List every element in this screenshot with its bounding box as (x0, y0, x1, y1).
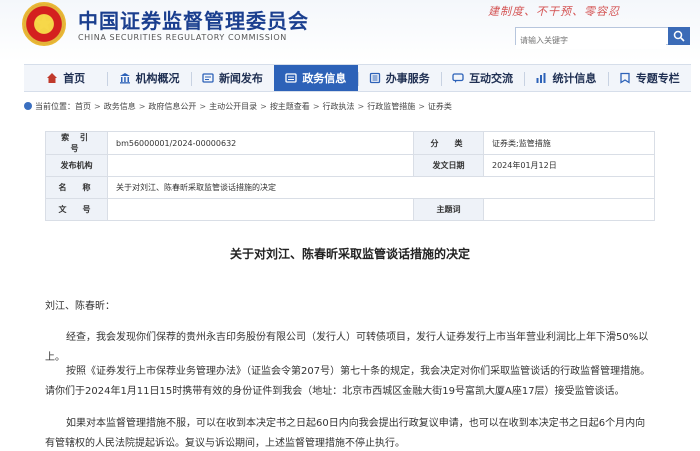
nav-label: 办事服务 (385, 72, 430, 85)
search-input[interactable] (516, 32, 666, 49)
date-value: 2024年01月12日 (483, 154, 655, 177)
article-salutation: 刘江、陈春昕： (45, 301, 115, 312)
nav-item-gov-info[interactable]: 政务信息 (274, 65, 358, 91)
emblem-star-icon (35, 14, 53, 32)
site-name-en: CHINA SECURITIES REGULATORY COMMISSION (78, 33, 287, 42)
gov-info-icon (285, 73, 297, 83)
nav-item-statistics[interactable]: 统计信息 (524, 65, 607, 91)
institution-icon (119, 73, 130, 84)
main-nav: 首页 机构概况 新闻发布 政务信息 办事服务 互动交流 统计信息 专题专栏 (24, 64, 691, 92)
topics-icon (620, 72, 630, 84)
site-name-cn[interactable]: 中国证券监督管理委员会 (78, 5, 309, 34)
news-icon (202, 73, 214, 83)
nav-label: 政务信息 (302, 72, 347, 85)
index-value: bm56000001/2024-00000632 (107, 131, 414, 155)
slogan: 建制度、不干预、零容忍 (488, 5, 620, 18)
table-row: 文 号 主题词 (45, 198, 655, 221)
national-emblem-logo (22, 2, 66, 46)
breadcrumb-link[interactable]: 行政执法 (323, 102, 355, 111)
nav-item-topics[interactable]: 专题专栏 (607, 65, 691, 91)
nav-item-institution[interactable]: 机构概况 (107, 65, 190, 91)
subject-label: 主题词 (413, 198, 484, 221)
document-info-table: 索 引 号 bm56000001/2024-00000632 分 类 证券类;监… (45, 131, 655, 221)
name-label: 名 称 (45, 176, 108, 199)
name-value: 关于对刘江、陈春昕采取监管谈话措施的决定 (107, 176, 655, 199)
breadcrumb-prefix: 当前位置： (35, 102, 75, 111)
nav-item-service[interactable]: 办事服务 (357, 65, 441, 91)
service-icon (369, 72, 380, 84)
nav-item-home[interactable]: 首页 (24, 65, 107, 91)
breadcrumb-link[interactable]: 证券类 (428, 102, 452, 111)
index-label: 索 引 号 (45, 131, 108, 155)
article-title: 关于对刘江、陈春昕采取监管谈话措施的决定 (229, 247, 470, 261)
article-paragraph: 按照《证券发行上市保荐业务管理办法》（证监会令第207号）第七十条的规定，我会决… (45, 366, 651, 397)
table-row: 索 引 号 bm56000001/2024-00000632 分 类 证券类;监… (45, 131, 655, 155)
nav-item-interaction[interactable]: 互动交流 (440, 65, 524, 91)
search-icon (673, 30, 685, 42)
nav-label: 专题专栏 (635, 72, 680, 85)
breadcrumb-link[interactable]: 政府信息公开 (148, 102, 196, 111)
search-button[interactable] (668, 27, 690, 45)
nav-label: 统计信息 (552, 72, 597, 85)
category-value: 证券类;监管措施 (483, 131, 655, 155)
nav-item-news[interactable]: 新闻发布 (190, 65, 274, 91)
issuer-value (107, 154, 414, 177)
docno-value (107, 198, 414, 221)
breadcrumb-link[interactable]: 按主题查看 (270, 102, 310, 111)
nav-label: 机构概况 (135, 72, 180, 85)
category-label: 分 类 (413, 131, 484, 155)
statistics-icon (536, 73, 546, 83)
docno-label: 文 号 (45, 198, 108, 221)
article-paragraph: 如果对本监督管理措施不服，可以在收到本决定书之日起60日内向我会提出行政复议申请… (45, 418, 646, 449)
breadcrumb-link[interactable]: 行政监管措施 (367, 102, 415, 111)
nav-label: 首页 (63, 72, 86, 85)
breadcrumb-link[interactable]: 首页 (75, 102, 91, 111)
interaction-icon (452, 73, 464, 83)
issuer-label: 发布机构 (45, 154, 108, 177)
breadcrumb-link[interactable]: 政务信息 (104, 102, 136, 111)
date-label: 发文日期 (413, 154, 484, 177)
nav-label: 新闻发布 (218, 72, 263, 85)
site-header: 中国证券监督管理委员会 CHINA SECURITIES REGULATORY … (0, 0, 700, 62)
table-row: 名 称 关于对刘江、陈春昕采取监管谈话措施的决定 (45, 176, 655, 199)
nav-label: 互动交流 (469, 72, 514, 85)
home-icon (47, 73, 58, 83)
search-box (515, 27, 690, 49)
breadcrumb-link[interactable]: 主动公开目录 (209, 102, 257, 111)
location-icon (24, 102, 32, 110)
breadcrumb: 当前位置：首页 > 政务信息 > 政府信息公开 > 主动公开目录 > 按主题查看 > 行政执法 > 行政… (24, 101, 452, 112)
table-row: 发布机构 发文日期 2024年01月12日 (45, 154, 655, 177)
subject-value (483, 198, 655, 221)
